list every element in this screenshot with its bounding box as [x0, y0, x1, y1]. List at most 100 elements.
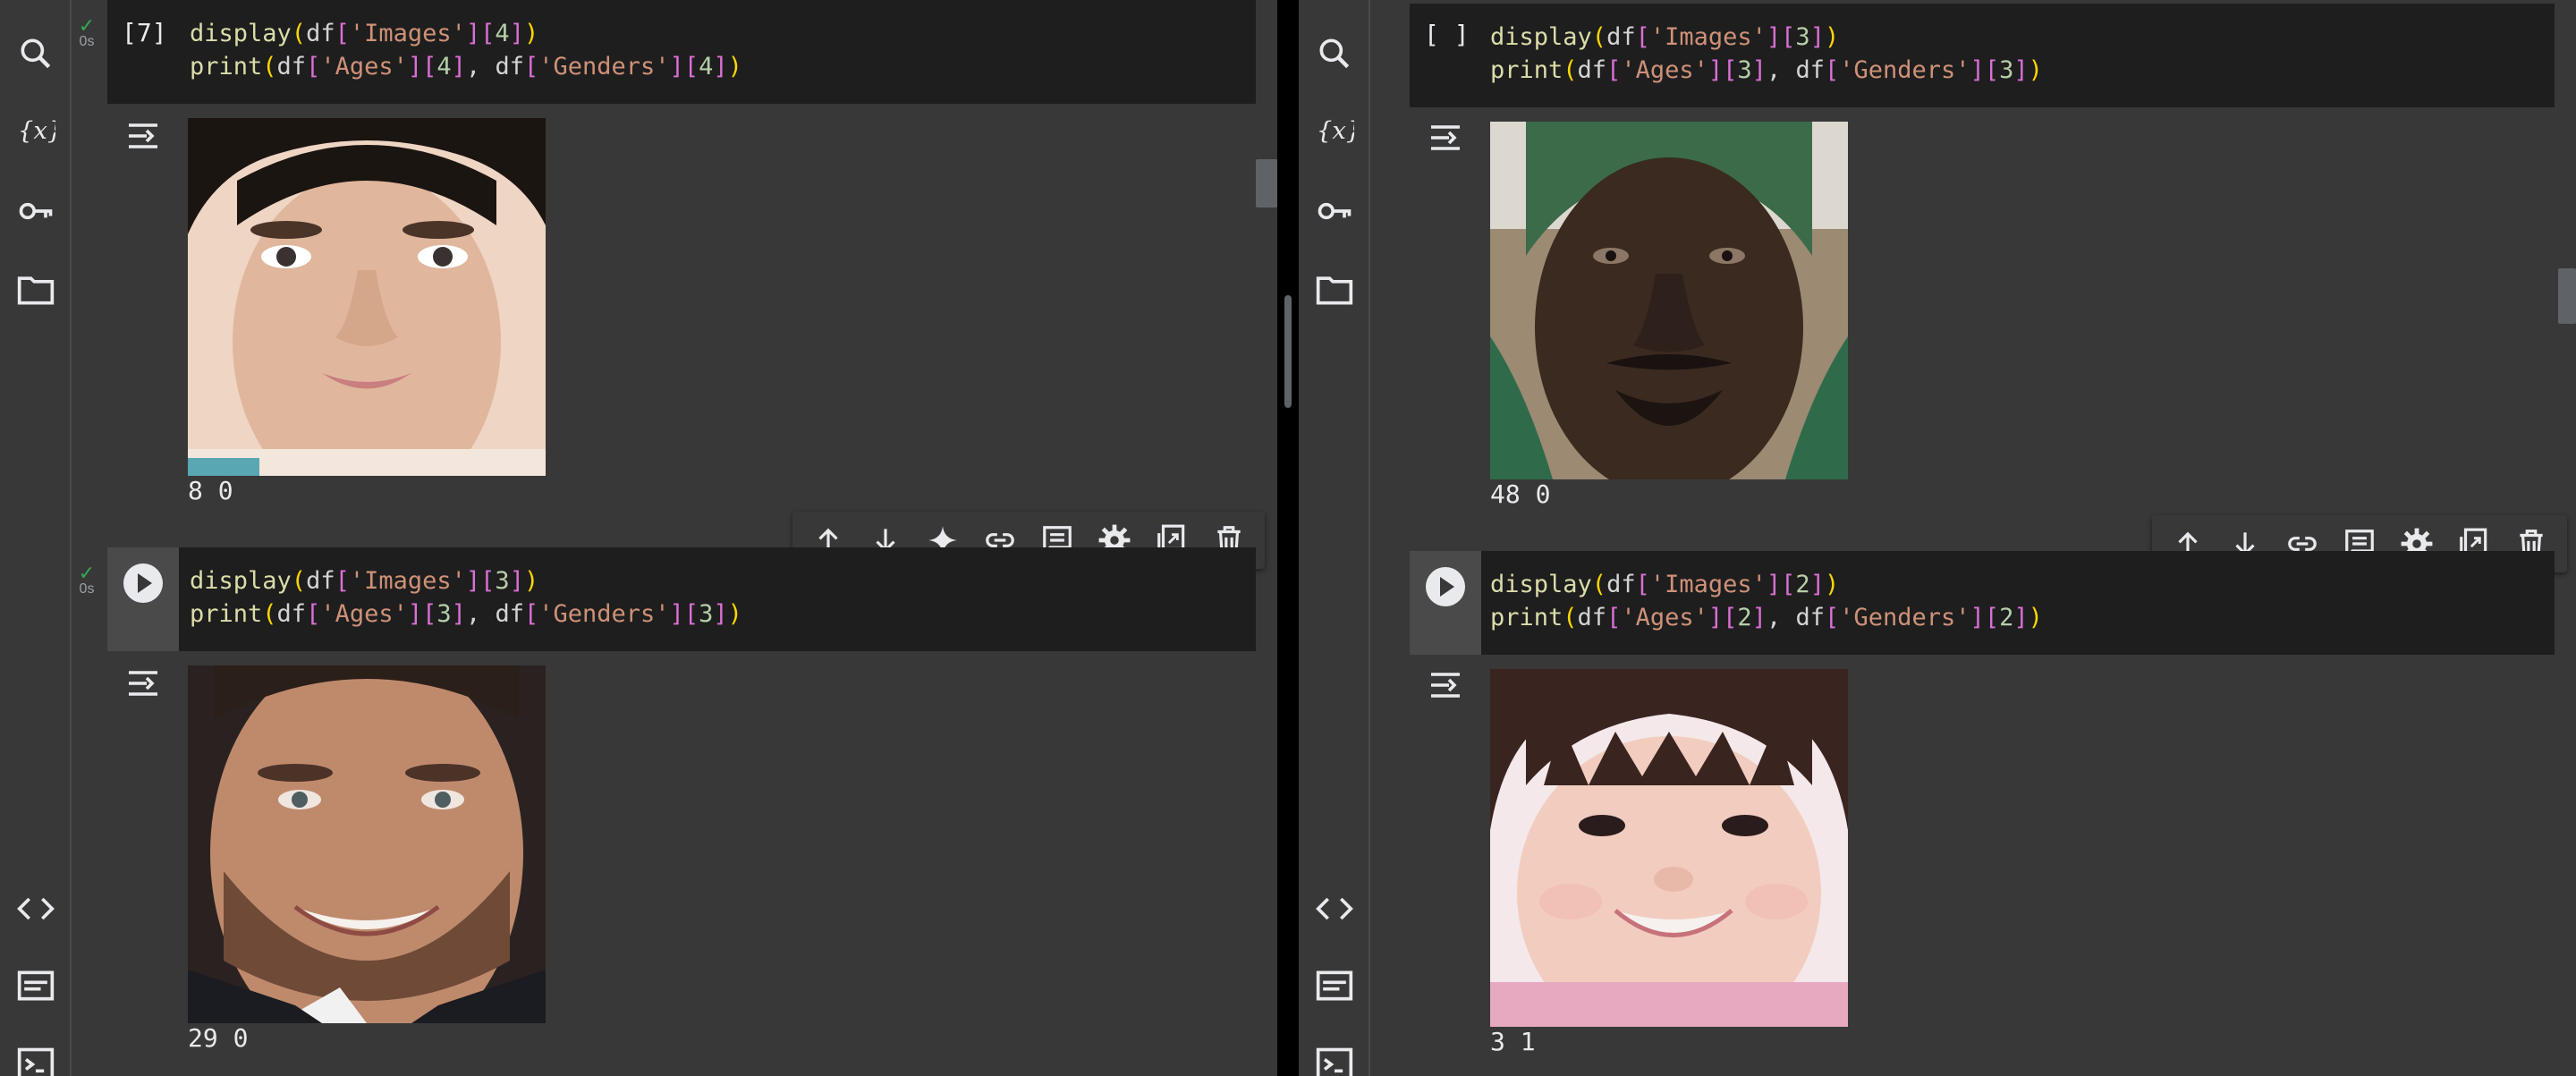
code-token: [ — [523, 600, 539, 628]
code-line: print(df['Ages'][3], df['Genders'][3]) — [1490, 54, 2043, 87]
run-cell-button[interactable] — [123, 563, 163, 603]
code-token: ] — [465, 567, 481, 595]
code-token: ) — [2028, 604, 2043, 631]
output-actions-icon[interactable] — [1424, 116, 1467, 159]
code-token: ] — [509, 20, 524, 47]
code-token: ( — [291, 567, 307, 595]
secrets-key-icon[interactable] — [1313, 190, 1356, 233]
output-image — [1490, 669, 1848, 1027]
code-token: df — [1577, 56, 1607, 84]
execution-count: [7] — [122, 18, 167, 47]
terminal-icon[interactable] — [14, 1043, 57, 1076]
output-image — [1490, 122, 1848, 479]
code-token: 'Genders' — [538, 600, 670, 628]
scrollbar-thumb[interactable] — [1256, 159, 1277, 208]
files-folder-icon[interactable] — [14, 268, 57, 311]
code-token: ] — [1707, 604, 1724, 631]
code-snippets-icon[interactable] — [1313, 887, 1356, 930]
execution-count: [ ] — [1424, 20, 1470, 49]
search-icon[interactable] — [14, 32, 57, 75]
code-token: [ — [306, 53, 321, 80]
code-token: 'Images' — [349, 567, 466, 595]
variables-icon[interactable]: {x} — [1313, 109, 1356, 152]
code-token: ] — [1751, 604, 1767, 631]
output-actions-icon[interactable] — [1424, 664, 1467, 707]
code-token: ) — [1824, 23, 1840, 51]
code-token: [ — [683, 53, 699, 80]
secrets-key-icon[interactable] — [14, 190, 57, 233]
code-token: 'Ages' — [1621, 604, 1708, 631]
code-token: df — [495, 600, 524, 628]
run-cell-button[interactable] — [1426, 567, 1465, 606]
code-token: ] — [2013, 56, 2029, 84]
code-token: df — [306, 20, 335, 47]
code-token: 4 — [436, 53, 452, 80]
code-token: 'Genders' — [538, 53, 670, 80]
output-actions-icon[interactable] — [122, 662, 165, 705]
code-token: [ — [1824, 56, 1840, 84]
code-token: print — [190, 600, 263, 628]
code-token: [ — [306, 600, 321, 628]
code-token: [ — [480, 20, 496, 47]
code-token: ] — [713, 600, 728, 628]
svg-text:{x}: {x} — [18, 116, 55, 145]
files-folder-icon[interactable] — [1313, 268, 1356, 311]
code-token: ( — [291, 20, 307, 47]
code-token: ] — [1809, 23, 1825, 51]
code-token: ] — [1707, 56, 1724, 84]
right-notebook-pane: {x} [ ] display(df['Images'][3]) print(d… — [1299, 0, 2576, 1076]
code-token: , — [465, 600, 496, 628]
code-token: , — [1766, 56, 1796, 84]
left-sidebar-rail: {x} — [0, 0, 72, 1076]
code-token: 'Ages' — [320, 53, 408, 80]
code-token: 3 — [1737, 56, 1752, 84]
command-palette-icon[interactable] — [14, 964, 57, 1007]
code-token: ] — [1751, 56, 1767, 84]
scrollbar-thumb[interactable] — [2558, 268, 2576, 324]
code-token: ( — [262, 53, 277, 80]
code-snippets-icon[interactable] — [14, 887, 57, 930]
code-line: print(df['Ages'][4], df['Genders'][4]) — [190, 50, 742, 83]
code-token: ] — [451, 600, 466, 628]
code-token: ] — [2013, 604, 2029, 631]
code-token: [ — [1723, 56, 1738, 84]
code-token: ] — [1970, 56, 1985, 84]
code-token: display — [1490, 23, 1592, 51]
output-actions-icon[interactable] — [122, 114, 165, 157]
code-line: print(df['Ages'][2], df['Genders'][2]) — [1490, 601, 2043, 634]
code-token: 3 — [1999, 56, 2014, 84]
terminal-icon[interactable] — [1313, 1043, 1356, 1076]
code-token: [ — [1984, 56, 2000, 84]
code-token: ] — [713, 53, 728, 80]
output-image — [188, 118, 546, 476]
right-sidebar-rail: {x} — [1299, 0, 1370, 1076]
code-token: df — [1795, 56, 1825, 84]
code-token: [ — [1635, 23, 1650, 51]
code-line: display(df['Images'][3]) — [1490, 21, 1839, 54]
variables-icon[interactable]: {x} — [14, 109, 57, 152]
command-palette-icon[interactable] — [1313, 964, 1356, 1007]
code-token: ] — [407, 53, 423, 80]
code-token: df — [1606, 23, 1636, 51]
code-token: 'Images' — [1649, 23, 1767, 51]
code-token: 2 — [1999, 604, 2014, 631]
code-token: 4 — [495, 20, 510, 47]
divider-handle[interactable] — [1284, 295, 1292, 408]
code-token: ] — [1766, 571, 1782, 598]
code-token: ] — [451, 53, 466, 80]
man-beard-face — [188, 665, 546, 1023]
code-token: ) — [727, 53, 742, 80]
pane-divider[interactable] — [1277, 0, 1299, 1076]
code-token: 'Genders' — [1839, 56, 1970, 84]
code-token: ( — [1563, 56, 1578, 84]
code-token: df — [1795, 604, 1825, 631]
code-token: 2 — [1795, 571, 1810, 598]
code-token: print — [190, 53, 263, 80]
code-token: df — [1577, 604, 1607, 631]
code-token: [ — [422, 600, 437, 628]
svg-text:{x}: {x} — [1317, 116, 1354, 145]
code-token: 2 — [1737, 604, 1752, 631]
output-text: 48 0 — [1490, 479, 1551, 509]
search-icon[interactable] — [1313, 32, 1356, 75]
code-token: ) — [523, 20, 539, 47]
